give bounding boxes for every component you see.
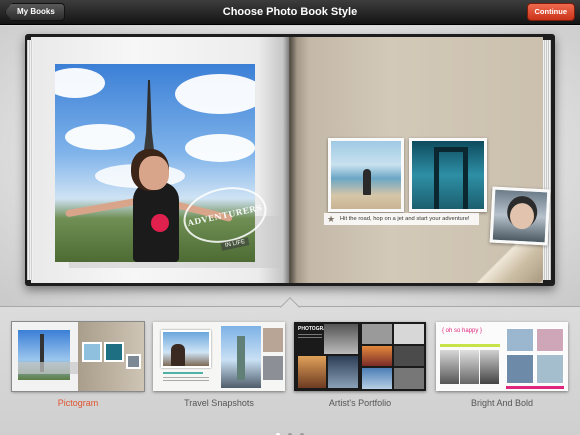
style-label-bright-and-bold[interactable]: Bright And Bold (426, 398, 578, 408)
top-navigation-bar: My Books Choose Photo Book Style Continu… (0, 0, 580, 25)
style-label-travel-snapshots[interactable]: Travel Snapshots (143, 398, 295, 408)
left-page-edges (27, 40, 33, 280)
bright-heading: { oh so happy } (442, 328, 483, 334)
style-option-travel-snapshots[interactable]: Travel Snapshots (153, 322, 285, 422)
bright-and-bold-thumbnail[interactable]: { oh so happy } (436, 322, 568, 391)
beach-photo (328, 138, 404, 212)
golden-gate-photo (409, 138, 487, 212)
style-label-artists-portfolio[interactable]: Artist's Portfolio (284, 398, 436, 408)
photo-caption: ★ Hit the road, hop on a jet and start y… (324, 213, 479, 225)
style-option-pictogram[interactable]: Pictogram (11, 321, 145, 422)
book-spine (283, 37, 297, 283)
style-picker-strip: Pictogram Travel Snapshots PHOTOGRAPHY A… (0, 297, 580, 435)
style-option-bright-and-bold[interactable]: { oh so happy } Bright And Bold (436, 322, 568, 422)
star-icon: ★ (327, 214, 336, 224)
continue-button[interactable]: Continue (526, 3, 575, 21)
artists-portfolio-thumbnail[interactable]: PHOTOGRAPHY (294, 322, 426, 391)
book-preview-area: ADVENTURERS IN LIFE ★ Hit the road, hop … (0, 26, 580, 306)
pictogram-thumbnail[interactable] (11, 321, 145, 392)
page-title: Choose Photo Book Style (222, 6, 358, 18)
open-photo-book: ADVENTURERS IN LIFE ★ Hit the road, hop … (25, 34, 555, 286)
travel-snapshots-thumbnail[interactable] (153, 322, 285, 391)
style-label-pictogram[interactable]: Pictogram (2, 398, 154, 408)
style-option-artists-portfolio[interactable]: PHOTOGRAPHY Artist's Portfolio (294, 322, 426, 422)
selfie-photo (489, 186, 551, 246)
page-indicator[interactable] (0, 424, 580, 435)
